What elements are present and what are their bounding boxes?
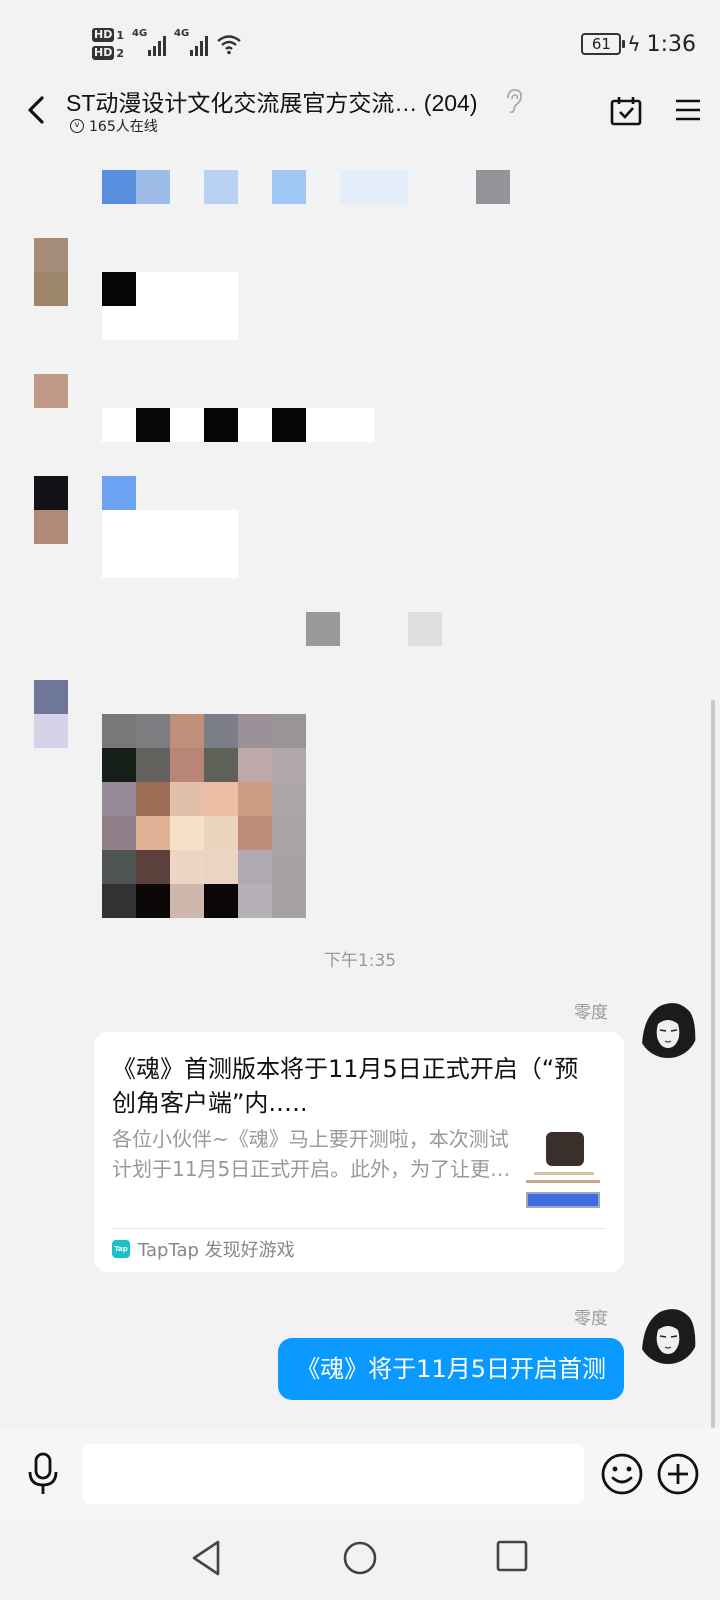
sim-indicators: HD 1 HD 2 (92, 28, 124, 60)
redacted-block (272, 170, 306, 204)
emoji-icon[interactable] (600, 1452, 644, 1496)
card-title: 《魂》首测版本将于11月5日正式开启（“预创角客户端”内.…. (112, 1055, 579, 1117)
redacted-block (204, 408, 238, 442)
sender-name: 零度 (574, 1003, 608, 1023)
nav-back-icon[interactable] (188, 1538, 224, 1578)
battery-level: 61 (591, 35, 611, 53)
thumbnail-button (526, 1192, 600, 1208)
avatar-redacted[interactable] (34, 476, 68, 510)
avatar-redacted[interactable] (34, 374, 68, 408)
sim2-indicator: HD 2 (92, 46, 124, 60)
calendar-check-icon[interactable] (610, 96, 642, 126)
taptap-icon: Tap (112, 1240, 130, 1258)
avatar-redacted[interactable] (34, 714, 68, 748)
menu-icon[interactable] (675, 98, 701, 122)
redacted-block (136, 408, 170, 442)
wifi-icon (217, 35, 241, 55)
redacted-block (136, 170, 170, 204)
link-card-message[interactable]: 《魂》首测版本将于11月5日正式开启（“预创角客户端”内.…. 各位小伙伴~《魂… (94, 1032, 624, 1272)
redacted-block (408, 612, 442, 646)
redacted-block (340, 170, 408, 204)
redacted-block (204, 170, 238, 204)
card-divider (112, 1228, 606, 1229)
avatar-image (638, 1304, 698, 1364)
hd2-label: HD (92, 46, 115, 60)
chevron-down-icon: v (70, 119, 84, 133)
clock: 1:36 (646, 31, 696, 57)
avatar-redacted[interactable] (34, 238, 68, 272)
group-name: ST动漫设计文化交流展官方交流… (66, 90, 418, 116)
redacted-block (102, 272, 136, 306)
hd1-label: HD (92, 28, 115, 42)
card-source: Tap TapTap 发现好游戏 (112, 1236, 295, 1262)
card-source-label: TapTap 发现好游戏 (138, 1240, 295, 1261)
status-left: HD 1 HD 2 4G 4G (92, 22, 242, 66)
sim1-number: 1 (116, 28, 124, 42)
card-description: 各位小伙伴~《魂》马上要开测啦，本次测试计划于11月5日正式开启。此外，为了让更… (112, 1127, 511, 1181)
member-count: (204) (423, 90, 478, 116)
mic-icon[interactable] (26, 1452, 60, 1496)
message-input[interactable] (82, 1444, 584, 1504)
input-bar (0, 1428, 720, 1520)
online-count: 165人在线 (89, 119, 158, 135)
redacted-block (306, 612, 340, 646)
signal-1-icon: 4G (132, 28, 166, 56)
charging-icon: ϟ (627, 32, 641, 56)
redacted-block (102, 170, 136, 204)
sim1-indicator: HD 1 (92, 28, 124, 42)
game-logo-icon (546, 1132, 584, 1166)
redacted-block (102, 476, 136, 510)
online-status[interactable]: v 165人在线 (70, 116, 158, 136)
avatar-image (638, 998, 698, 1058)
status-right: 61 ϟ 1:36 (581, 28, 696, 60)
avatar[interactable] (638, 998, 698, 1058)
battery-icon: 61 (581, 33, 626, 55)
message-bubble-redacted (102, 510, 238, 578)
status-bar: HD 1 HD 2 4G 4G 61 ϟ 1:36 (0, 0, 720, 88)
avatar-redacted[interactable] (34, 510, 68, 544)
sender-name: 零度 (574, 1309, 608, 1329)
scrollbar[interactable] (711, 700, 715, 1428)
text-message-bubble[interactable]: 《魂》将于11月5日开启首测 (278, 1338, 624, 1400)
network-1-label: 4G (132, 28, 148, 39)
redacted-block (476, 170, 510, 204)
image-message-redacted[interactable] (102, 714, 306, 918)
nav-home-icon[interactable] (342, 1540, 378, 1576)
signal-2-icon: 4G (174, 28, 208, 56)
message-timestamp: 下午1:35 (323, 951, 397, 971)
avatar-redacted[interactable] (34, 272, 68, 306)
group-title[interactable]: ST动漫设计文化交流展官方交流… (204) (66, 84, 477, 118)
ear-icon (507, 89, 523, 114)
back-icon[interactable] (22, 94, 50, 126)
card-thumbnail (526, 1130, 600, 1212)
avatar-redacted[interactable] (34, 680, 68, 714)
sim2-number: 2 (116, 46, 124, 60)
chat-header: ST动漫设计文化交流展官方交流… (204) v 165人在线 (0, 84, 720, 146)
network-2-label: 4G (174, 28, 190, 39)
nav-recent-icon[interactable] (496, 1540, 528, 1572)
avatar[interactable] (638, 1304, 698, 1364)
plus-icon[interactable] (656, 1452, 700, 1496)
redacted-block (272, 408, 306, 442)
system-nav-bar (0, 1520, 720, 1600)
